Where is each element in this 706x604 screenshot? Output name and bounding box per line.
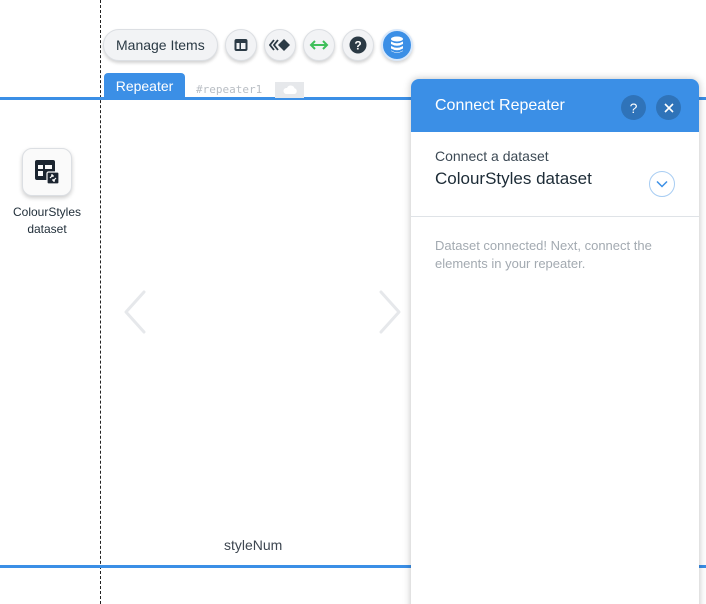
animation-icon (268, 39, 290, 51)
repeater-tag[interactable]: Repeater (104, 73, 185, 99)
dataset-label: ColourStyles dataset (12, 205, 82, 236)
dataset-element[interactable] (22, 148, 72, 196)
stretch-button[interactable] (302, 29, 335, 61)
connect-dataset-label: Connect a dataset (435, 148, 549, 164)
previous-arrow-icon[interactable] (120, 289, 150, 335)
panel-help-button[interactable]: ? (621, 95, 646, 120)
cloud-icon (282, 85, 297, 94)
dataset-dropdown-toggle[interactable] (649, 171, 675, 197)
stretch-icon (309, 40, 329, 50)
connection-status-message: Dataset connected! Next, connect the ele… (435, 238, 652, 271)
dataset-dropdown[interactable]: ColourStyles dataset (435, 169, 592, 189)
vertical-guide-line (100, 0, 101, 604)
connect-repeater-panel: Connect Repeater ? Connect a dataset Col… (411, 79, 699, 604)
cloud-badge (275, 82, 304, 98)
help-icon: ? (629, 99, 638, 116)
layout-icon (234, 39, 248, 51)
connect-data-button[interactable] (380, 29, 413, 61)
chevron-down-icon (656, 180, 668, 188)
manage-items-button[interactable]: Manage Items (103, 29, 218, 61)
panel-header: Connect Repeater ? (411, 79, 699, 132)
style-num-text[interactable]: styleNum (224, 537, 282, 553)
repeater-element-id: #repeater1 (196, 83, 263, 96)
panel-title: Connect Repeater (435, 96, 565, 114)
database-icon (390, 36, 403, 53)
panel-close-button[interactable] (656, 95, 681, 120)
repeater-toolbar: Manage Items ? (103, 28, 420, 62)
next-arrow-icon[interactable] (375, 289, 405, 335)
help-icon: ? (349, 36, 367, 54)
close-icon (663, 102, 674, 113)
help-button[interactable]: ? (341, 29, 374, 61)
animation-button[interactable] (263, 29, 296, 61)
layout-button[interactable] (224, 29, 257, 61)
svg-text:?: ? (354, 39, 361, 53)
dataset-table-icon (35, 160, 60, 185)
